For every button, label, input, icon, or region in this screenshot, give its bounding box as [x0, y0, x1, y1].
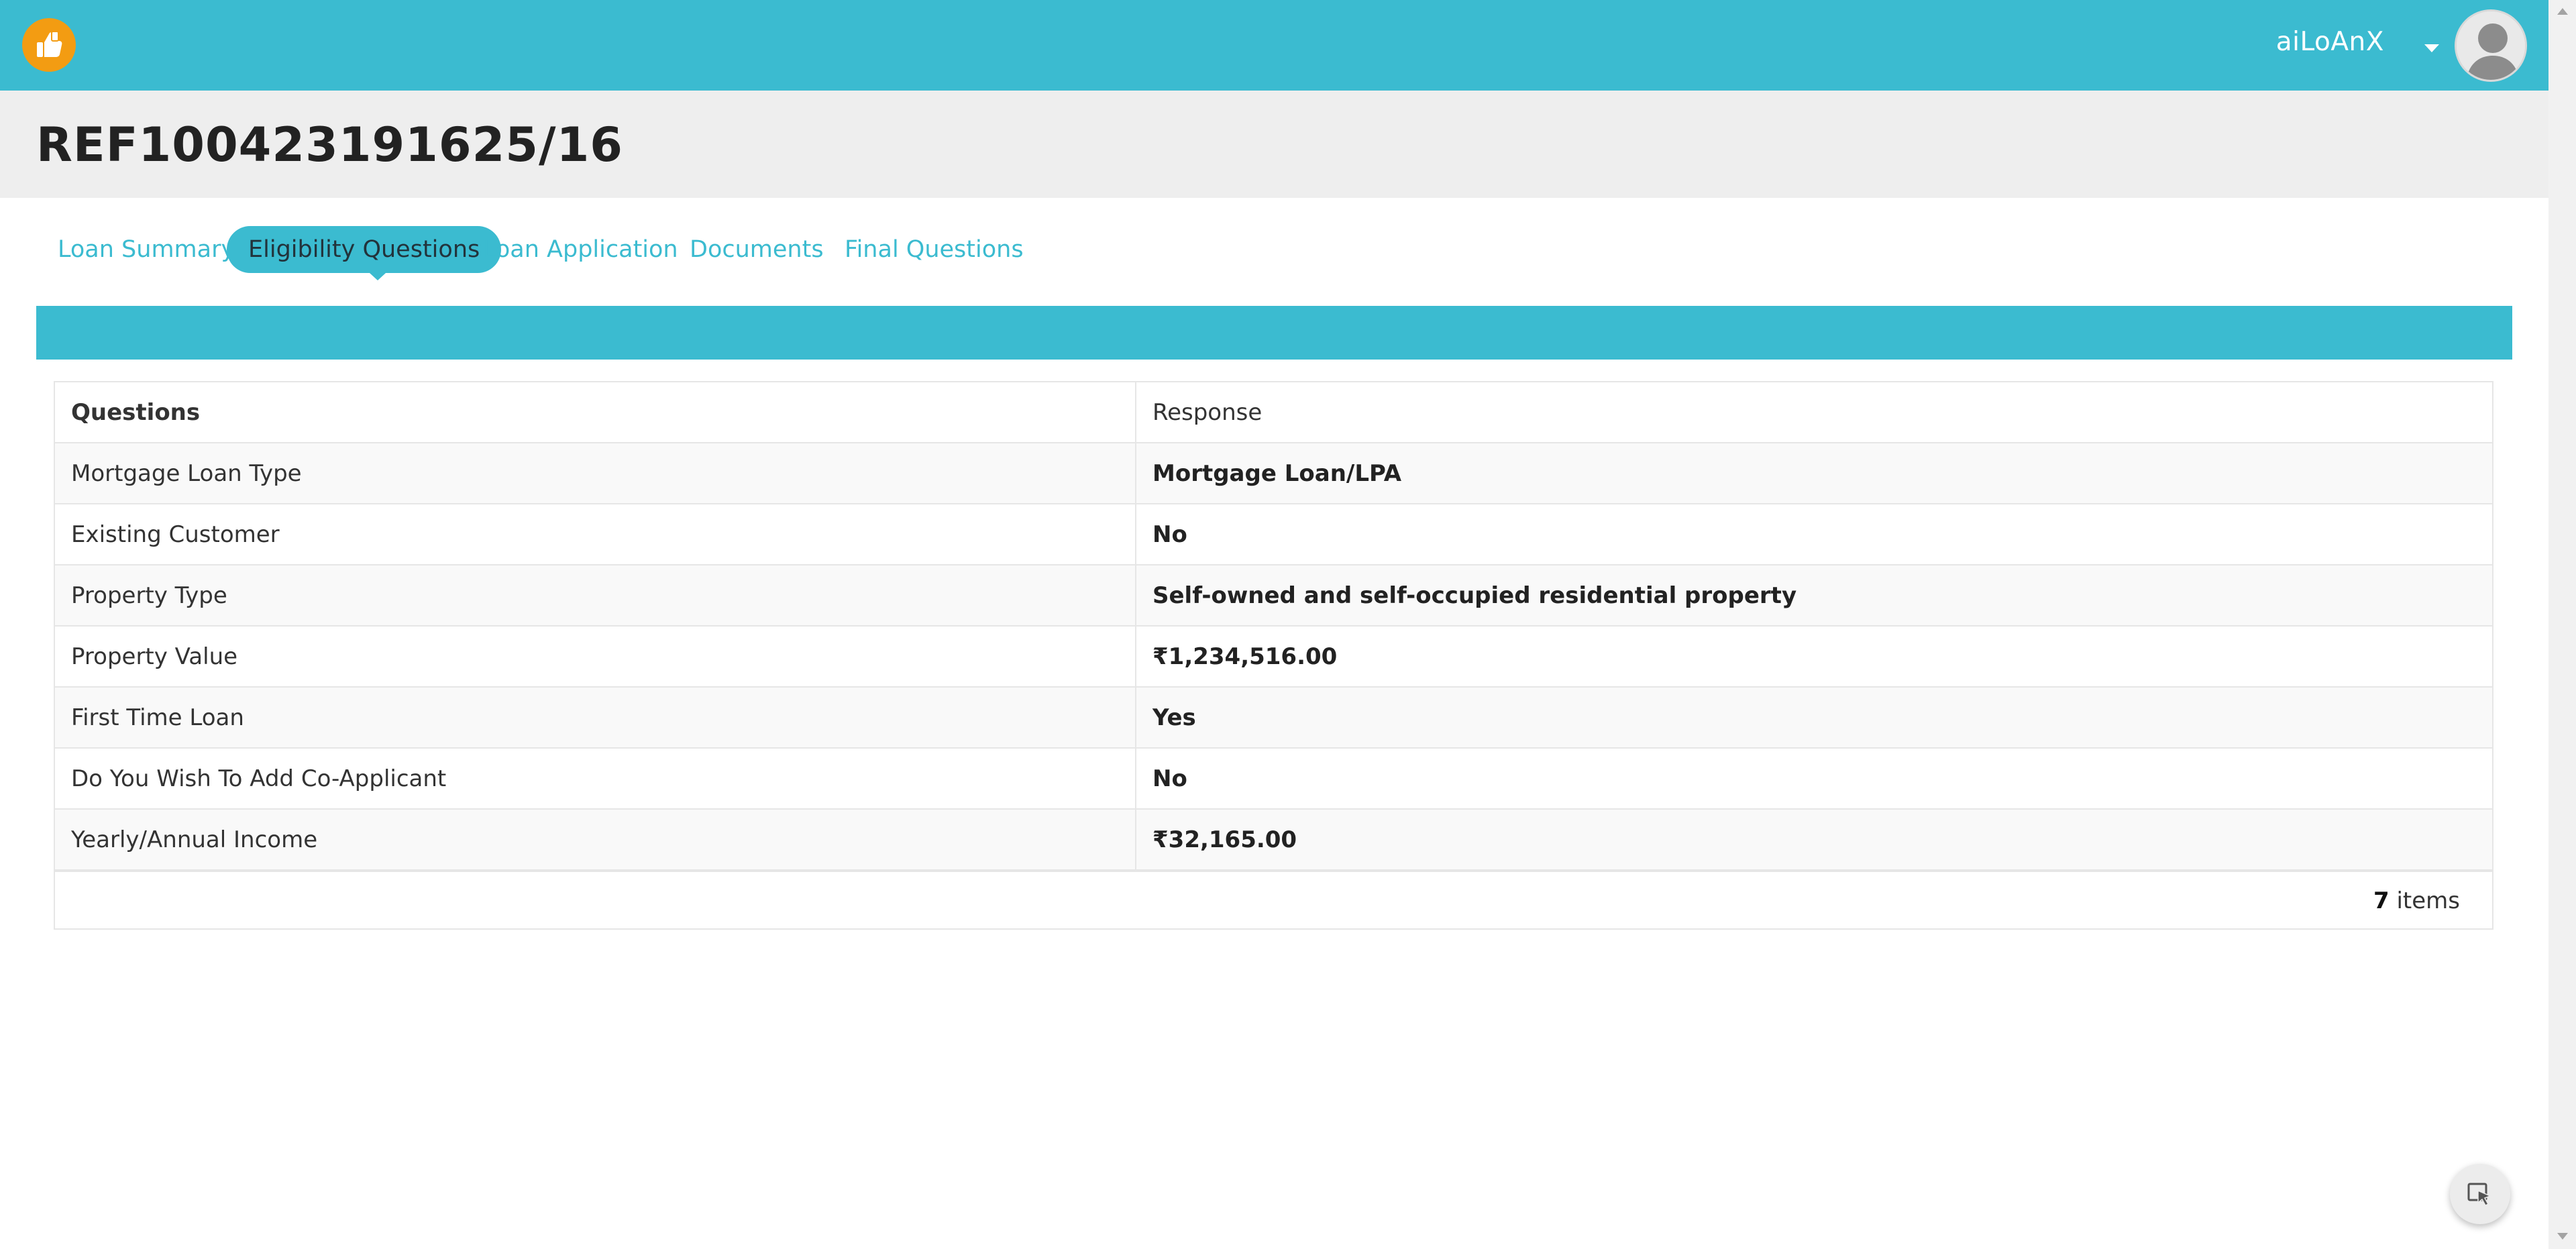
table-row: Existing Customer No — [55, 504, 2492, 565]
top-navbar: aiLoAnX — [0, 0, 2548, 91]
column-divider — [1135, 627, 1136, 686]
items-count: 7 items — [2373, 872, 2460, 930]
page-title: REF100423191625/16 — [36, 117, 623, 172]
section-header-bar — [36, 306, 2512, 360]
app-logo[interactable] — [22, 18, 76, 72]
scroll-down-arrow-icon[interactable] — [2557, 1233, 2568, 1240]
page-header: REF100423191625/16 — [0, 91, 2548, 198]
column-divider — [1135, 382, 1136, 442]
tab-final-questions[interactable]: Final Questions — [845, 226, 1024, 273]
cursor-select-icon — [2467, 1183, 2491, 1206]
column-header-response[interactable]: Response — [1152, 382, 1262, 443]
scroll-up-arrow-icon[interactable] — [2557, 8, 2568, 15]
table-footer: 7 items — [55, 871, 2492, 928]
table-row: Property Value ₹1,234,516.00 — [55, 627, 2492, 688]
question-cell: Existing Customer — [71, 521, 280, 548]
column-divider — [1135, 749, 1136, 808]
table-row: Yearly/Annual Income ₹32,165.00 — [55, 810, 2492, 871]
response-cell: ₹32,165.00 — [1152, 826, 1297, 853]
table-row: First Time Loan Yes — [55, 688, 2492, 749]
response-cell: No — [1152, 765, 1187, 792]
response-cell: ₹1,234,516.00 — [1152, 643, 1338, 670]
tab-eligibility-questions[interactable]: Eligibility Questions — [227, 226, 502, 273]
question-cell: Property Type — [71, 582, 227, 609]
column-header-questions[interactable]: Questions — [71, 382, 200, 443]
vertical-scrollbar[interactable] — [2548, 0, 2576, 1249]
tab-loan-application[interactable]: Loan Application — [483, 226, 678, 273]
chevron-down-icon[interactable] — [2424, 44, 2439, 52]
column-divider — [1135, 565, 1136, 625]
response-cell: Self-owned and self-occupied residential… — [1152, 582, 1797, 609]
column-divider — [1135, 688, 1136, 747]
tab-loan-summary[interactable]: Loan Summary — [58, 226, 235, 273]
user-menu-name[interactable]: aiLoAnX — [2276, 27, 2384, 57]
table-row: Do You Wish To Add Co-Applicant No — [55, 749, 2492, 810]
items-count-number: 7 — [2373, 887, 2390, 914]
column-divider — [1135, 443, 1136, 503]
question-cell: Do You Wish To Add Co-Applicant — [71, 765, 447, 792]
user-avatar-icon[interactable] — [2455, 9, 2527, 82]
thumbs-up-hand-icon — [37, 31, 62, 57]
response-cell: Mortgage Loan/LPA — [1152, 460, 1402, 487]
column-divider — [1135, 504, 1136, 564]
tab-documents[interactable]: Documents — [690, 226, 824, 273]
response-cell: Yes — [1152, 704, 1196, 731]
eligibility-table: Questions Response Mortgage Loan Type Mo… — [54, 381, 2493, 930]
table-header-row: Questions Response — [55, 382, 2492, 443]
items-count-label: items — [2396, 887, 2460, 914]
column-divider — [1135, 810, 1136, 869]
question-cell: Mortgage Loan Type — [71, 460, 302, 487]
question-cell: First Time Loan — [71, 704, 244, 731]
table-row: Mortgage Loan Type Mortgage Loan/LPA — [55, 443, 2492, 504]
question-cell: Property Value — [71, 643, 238, 670]
floating-action-button[interactable] — [2450, 1164, 2510, 1224]
response-cell: No — [1152, 521, 1187, 548]
question-cell: Yearly/Annual Income — [71, 826, 318, 853]
active-tab-indicator — [370, 273, 386, 280]
table-row: Property Type Self-owned and self-occupi… — [55, 565, 2492, 627]
